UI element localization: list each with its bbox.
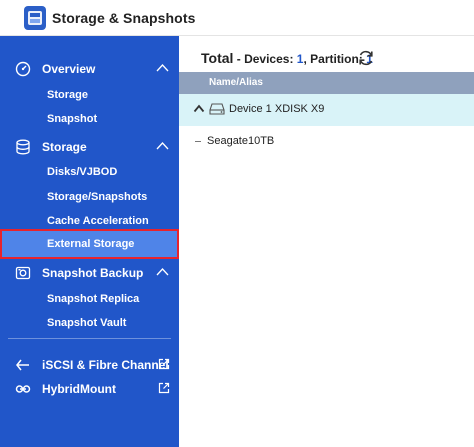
sidebar-group-storage[interactable]: Storage [0,134,179,160]
title-bar: Storage & Snapshots [0,0,474,36]
collapse-caret-icon[interactable] [193,104,205,113]
refresh-icon[interactable] [357,49,375,67]
devices-label: Devices: [244,52,297,66]
device-name: Device 1 XDISK X9 [229,103,325,115]
database-icon [16,139,30,155]
sidebar-item-storage-snapshots[interactable]: Storage/Snapshots [47,191,147,207]
partition-name: Seagate10TB [207,135,275,147]
sidebar-group-overview[interactable]: Overview [0,56,179,82]
sidebar-link-label: iSCSI & Fibre Channel [42,358,169,372]
chevron-up-icon[interactable] [156,141,169,151]
column-header-name-alias[interactable]: Name/Alias [209,77,263,88]
tree-connector [195,141,201,142]
sidebar-link-iscsi[interactable]: iSCSI & Fibre Channel [0,352,179,378]
external-link-icon[interactable] [158,382,170,394]
iscsi-arrows-icon [16,359,29,371]
sidebar-group-label: Overview [42,62,96,76]
device-row[interactable]: Device 1 XDISK X9 [179,94,474,126]
main-panel: Total - Devices: 1, Partition: 1 Name/Al… [179,36,474,447]
table-header: Name/Alias [179,72,474,94]
sidebar: Overview Storage Snapshot Storage Disks/… [0,36,179,447]
sidebar-group-label: Storage [42,140,87,154]
sidebar-item-snapshot-vault[interactable]: Snapshot Vault [47,317,126,333]
chevron-up-icon[interactable] [156,267,169,277]
sidebar-group-label: Snapshot Backup [42,266,144,280]
partition-row[interactable]: Seagate10TB [179,126,474,156]
hybridmount-link-icon [15,385,31,393]
storage-app-icon [24,6,46,30]
app-title: Storage & Snapshots [52,10,196,26]
sidebar-item-snapshot-replica[interactable]: Snapshot Replica [47,293,139,309]
external-disk-icon [209,103,225,115]
total-title: Total [201,50,234,66]
external-link-icon[interactable] [158,358,170,370]
sidebar-group-snapshot-backup[interactable]: Snapshot Backup [0,260,179,286]
total-summary: Total - Devices: 1, Partition: 1 [201,50,373,66]
sidebar-item-snapshot-overview[interactable]: Snapshot [47,113,97,129]
sidebar-divider [8,338,171,339]
sidebar-item-disks-vjbod[interactable]: Disks/VJBOD [47,166,117,182]
sidebar-item-external-storage[interactable]: External Storage [0,229,179,259]
snapshot-backup-icon [15,266,31,280]
sidebar-link-label: HybridMount [42,382,116,396]
total-separator: - [233,52,245,66]
sidebar-item-label: External Storage [47,238,135,250]
dashboard-gauge-icon [15,61,31,77]
sidebar-item-storage-overview[interactable]: Storage [47,89,88,105]
sidebar-link-hybridmount[interactable]: HybridMount [0,376,179,402]
chevron-up-icon[interactable] [156,63,169,73]
